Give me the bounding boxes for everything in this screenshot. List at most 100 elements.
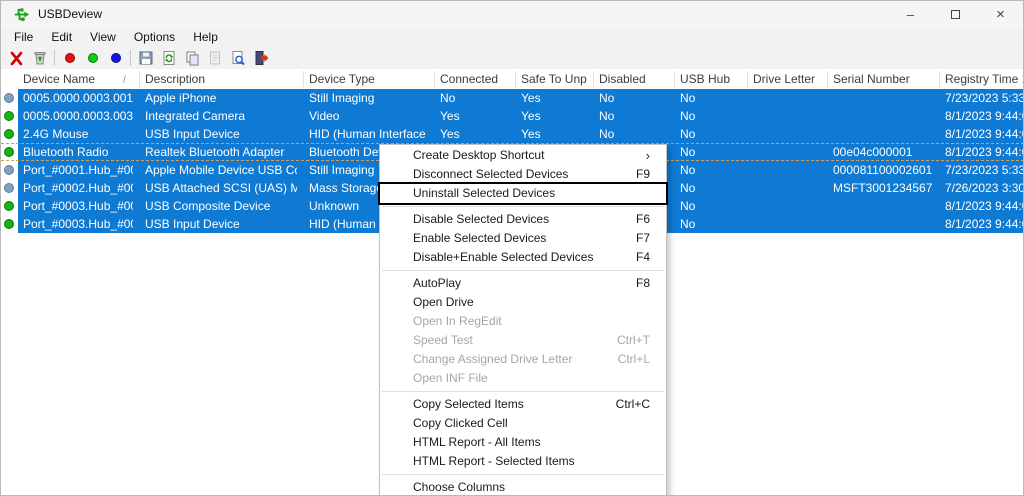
cell[interactable] [833,107,933,125]
cell[interactable]: 8/1/2023 9:44:06 [945,197,1024,215]
menu-item-html-report-all-items[interactable]: HTML Report - All Items [380,433,666,452]
menu-item-create-desktop-shortcut[interactable]: Create Desktop Shortcut› [380,146,666,165]
cell[interactable]: USB Input Device [145,215,297,233]
cell[interactable]: Video [309,107,428,125]
cell[interactable]: Yes [521,89,587,107]
cell[interactable]: 0000811000026019... [833,161,933,179]
column-header-registry-time-1[interactable]: Registry Time 1 [945,69,1024,89]
cell[interactable] [753,143,821,161]
cell[interactable]: Apple iPhone [145,89,297,107]
close-button[interactable]: × [978,1,1023,27]
column-header-serial-number[interactable]: Serial Number [833,69,933,89]
menu-item-html-report-selected-items[interactable]: HTML Report - Selected Items [380,452,666,471]
cell[interactable]: No [680,89,741,107]
cell[interactable]: USB Attached SCSI (UAS) Mass... [145,179,297,197]
cell[interactable] [753,179,821,197]
cell[interactable]: 8/1/2023 9:44:06 [945,125,1024,143]
column-header-disabled[interactable]: Disabled [599,69,668,89]
cell[interactable]: No [599,107,668,125]
menu-item-choose-columns[interactable]: Choose Columns [380,478,666,496]
cell[interactable]: 8/1/2023 9:44:07 [945,143,1024,161]
column-separator[interactable] [139,71,140,87]
menubar-item-help[interactable]: Help [184,28,227,46]
table-row[interactable]: 0005.0000.0003.003.00...Integrated Camer… [1,107,1024,125]
menu-item-disable-selected-devices[interactable]: Disable Selected DevicesF6 [380,210,666,229]
cell[interactable]: Yes [521,125,587,143]
cell[interactable]: Still Imaging [309,89,428,107]
cell[interactable]: 0005.0000.0003.001.00... [23,89,133,107]
cell[interactable]: No [599,125,668,143]
menu-item-open-drive[interactable]: Open Drive [380,293,666,312]
refresh-icon[interactable] [157,48,180,68]
uninstall-device-icon[interactable] [5,48,28,68]
exit-icon[interactable] [249,48,272,68]
menubar-item-options[interactable]: Options [125,28,184,46]
cell[interactable]: 00e04c000001 [833,143,933,161]
cell[interactable]: No [599,89,668,107]
menu-item-copy-clicked-cell[interactable]: Copy Clicked Cell [380,414,666,433]
cell[interactable] [753,107,821,125]
cell[interactable]: No [680,143,741,161]
cell[interactable]: No [680,161,741,179]
cell[interactable]: 8/1/2023 9:44:07 [945,107,1024,125]
cell[interactable]: Bluetooth Radio [23,143,133,161]
cell[interactable] [753,215,821,233]
cell[interactable]: 7/26/2023 3:30:53 [945,179,1024,197]
cell[interactable] [753,89,821,107]
column-separator[interactable] [593,71,594,87]
cell[interactable]: No [680,197,741,215]
cell[interactable]: Yes [521,107,587,125]
cell[interactable]: 2.4G Mouse [23,125,133,143]
blue-ball-icon[interactable] [104,48,127,68]
copy-icon[interactable] [180,48,203,68]
menubar-item-edit[interactable]: Edit [42,28,81,46]
maximize-button[interactable] [933,1,978,27]
column-header-device-type[interactable]: Device Type [309,69,428,89]
menu-item-enable-selected-devices[interactable]: Enable Selected DevicesF7 [380,229,666,248]
green-ball-icon[interactable] [81,48,104,68]
cell[interactable]: Realtek Bluetooth Adapter [145,143,297,161]
cell[interactable]: No [680,107,741,125]
column-separator[interactable] [303,71,304,87]
column-separator[interactable] [827,71,828,87]
column-header-description[interactable]: Description [145,69,297,89]
cell[interactable]: 7/23/2023 5:33:23 [945,89,1024,107]
cell[interactable]: No [680,125,741,143]
red-ball-icon[interactable] [58,48,81,68]
cell[interactable]: No [680,215,741,233]
column-header-usb-hub[interactable]: USB Hub [680,69,741,89]
cell[interactable]: 8/1/2023 9:44:06 [945,215,1024,233]
cell[interactable] [833,125,933,143]
menu-item-copy-selected-items[interactable]: Copy Selected ItemsCtrl+C [380,395,666,414]
cell[interactable]: Apple Mobile Device USB Co... [145,161,297,179]
save-icon[interactable] [134,48,157,68]
column-header-connected[interactable]: Connected [440,69,509,89]
cell[interactable]: Port_#0003.Hub_#0001 [23,197,133,215]
cell[interactable] [833,197,933,215]
menubar-item-file[interactable]: File [5,28,42,46]
menubar-item-view[interactable]: View [81,28,125,46]
table-row[interactable]: 2.4G MouseUSB Input DeviceHID (Human Int… [1,125,1024,143]
menu-item-uninstall-selected-devices[interactable]: Uninstall Selected Devices [380,184,666,203]
cell[interactable] [753,161,821,179]
cell[interactable]: Yes [440,107,509,125]
column-separator[interactable] [515,71,516,87]
column-header-drive-letter[interactable]: Drive Letter [753,69,821,89]
cell[interactable]: Port_#0001.Hub_#0001 [23,161,133,179]
cell[interactable]: No [440,89,509,107]
cell[interactable]: Yes [440,125,509,143]
column-header-safe-to-unpl-[interactable]: Safe To Unpl... [521,69,587,89]
column-header-device-name[interactable]: Device Name/ [23,69,133,89]
html-report-icon[interactable] [226,48,249,68]
cell[interactable]: 7/23/2023 5:33:22 [945,161,1024,179]
minimize-button[interactable]: – [888,1,933,27]
cell[interactable]: 0005.0000.0003.003.00... [23,107,133,125]
cell[interactable]: Port_#0002.Hub_#0002 [23,179,133,197]
cell[interactable] [833,89,933,107]
menu-item-disable-enable-selected-devices[interactable]: Disable+Enable Selected DevicesF4 [380,248,666,267]
cell[interactable] [753,197,821,215]
table-row[interactable]: 0005.0000.0003.001.00... Apple iPhone Stil… [1,89,1024,107]
cell[interactable]: No [680,179,741,197]
disconnect-device-icon[interactable] [28,48,51,68]
cell[interactable]: Port_#0003.Hub_#0002 [23,215,133,233]
